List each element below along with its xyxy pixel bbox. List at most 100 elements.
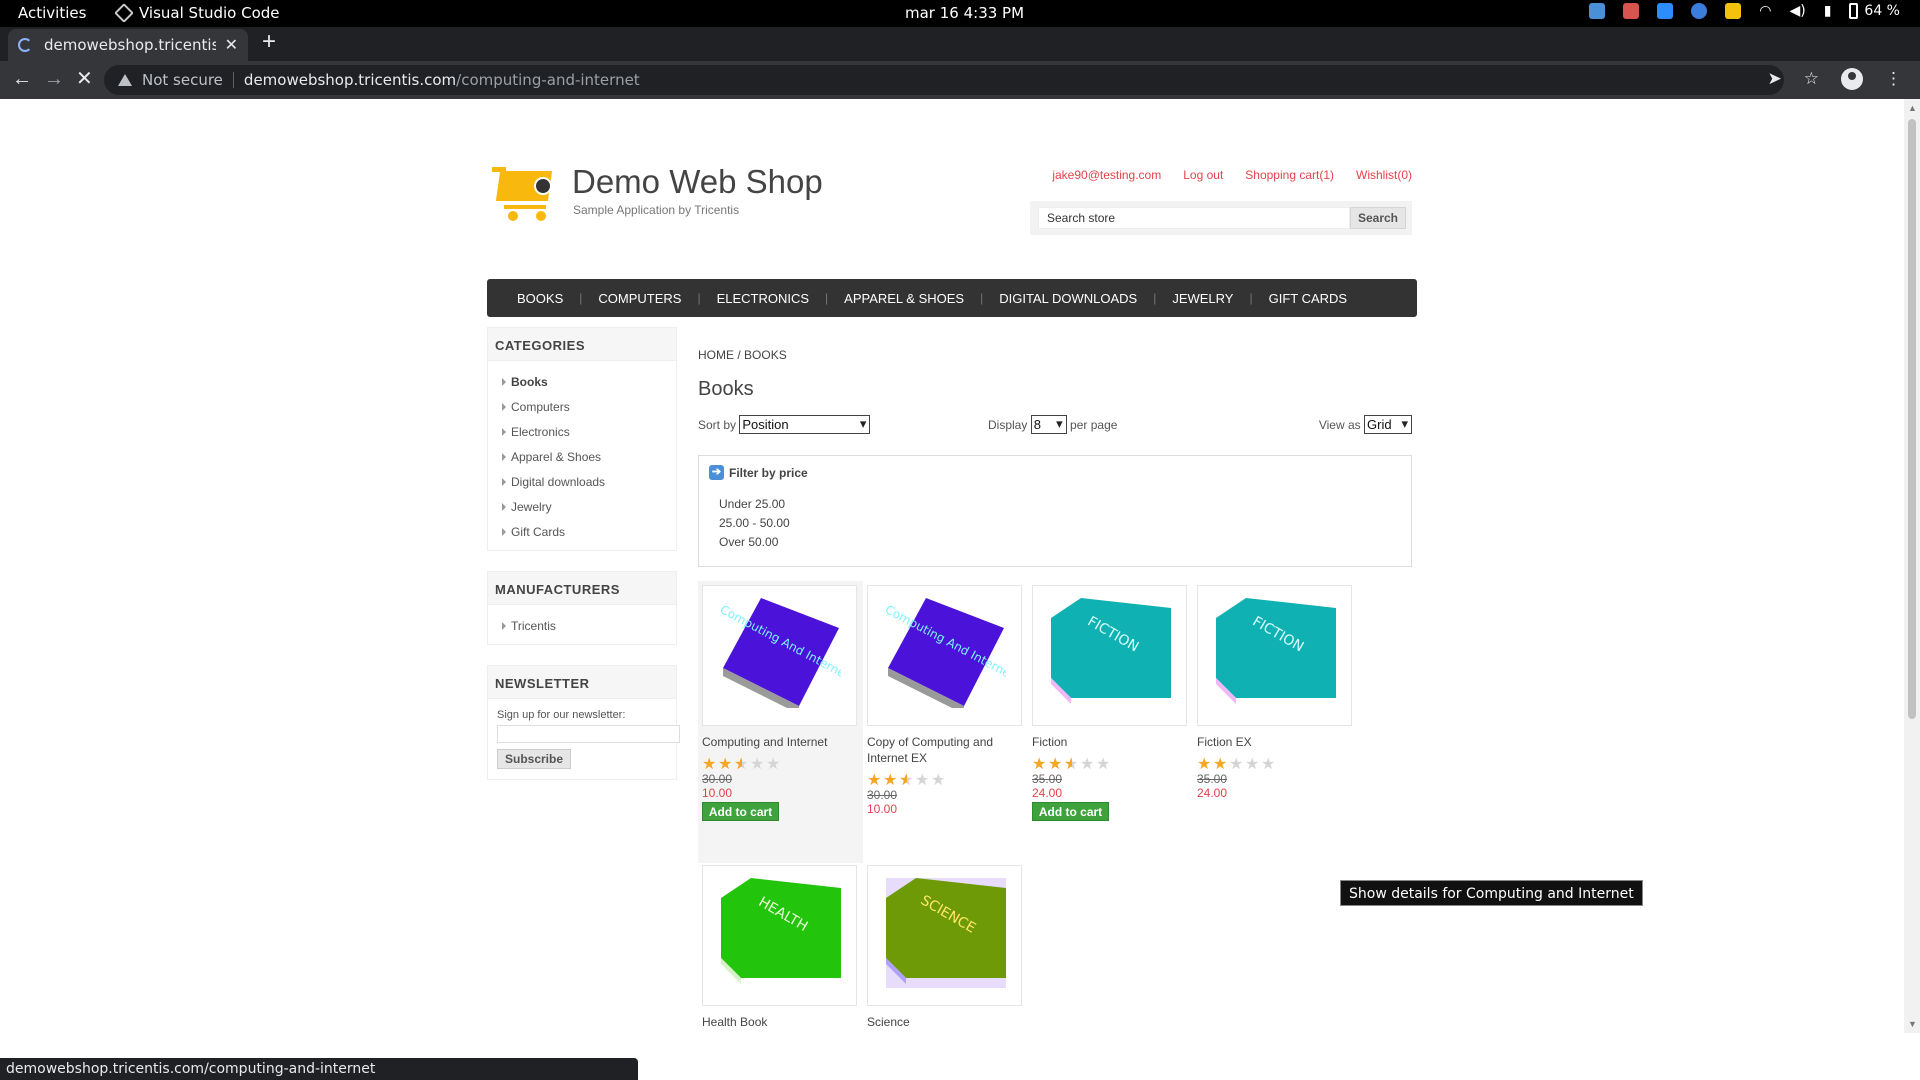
close-tab-icon[interactable]: ✕ <box>225 35 238 55</box>
send-icon[interactable]: ➤ <box>1768 69 1782 89</box>
battery-indicator[interactable]: 64 % <box>1849 3 1900 19</box>
view-mode-select[interactable]: Grid <box>1364 415 1412 434</box>
price-filter-25-50[interactable]: 25.00 - 50.00 <box>719 514 790 533</box>
newsletter-label: Sign up for our newsletter: <box>497 709 626 721</box>
product-rating: ★ ★ ★ ★ ★ <box>1032 756 1111 773</box>
logout-link[interactable]: Log out <box>1183 168 1223 182</box>
rating-star-icon: ★ <box>867 772 882 789</box>
activities-button[interactable]: Activities <box>18 4 86 22</box>
notes-icon[interactable] <box>1725 3 1742 19</box>
zoom-icon[interactable] <box>1657 3 1674 19</box>
category-item-apparel-shoes[interactable]: Apparel & Shoes <box>502 444 676 469</box>
book-cover-svg: SCIENCE <box>886 878 1006 988</box>
product-picture[interactable]: SCIENCE <box>867 865 1022 1006</box>
product-title[interactable]: Science <box>867 1014 1027 1030</box>
per-page-label: per page <box>1070 418 1118 432</box>
bullet-arrow-icon <box>502 621 506 630</box>
product-title[interactable]: Computing and Internet <box>702 734 862 750</box>
category-item-jewelry[interactable]: Jewelry <box>502 494 676 519</box>
scrollbar-thumb[interactable] <box>1908 119 1916 719</box>
browser-tab[interactable]: demowebshop.tricentis.com ✕ <box>8 29 248 61</box>
menu-computers[interactable]: COMPUTERS <box>582 291 697 306</box>
newsletter-email-field[interactable] <box>497 725 680 743</box>
product-picture[interactable]: Computing And Internet <box>867 585 1022 726</box>
product-item: SCIENCE Science <box>863 861 1028 1033</box>
active-app-indicator[interactable]: Visual Studio Code <box>114 3 280 23</box>
product-title[interactable]: Fiction EX <box>1197 734 1357 750</box>
logo-cart-icon[interactable] <box>492 165 558 223</box>
category-item-books[interactable]: Books <box>502 369 676 394</box>
product-title[interactable]: Health Book <box>702 1014 862 1030</box>
product-picture[interactable]: FICTION <box>1032 585 1187 726</box>
subscribe-button[interactable]: Subscribe <box>497 749 571 769</box>
page-size-select[interactable]: 8 <box>1030 415 1067 434</box>
scroll-down-icon[interactable]: ▼ <box>1908 1019 1917 1029</box>
bookmark-star-icon[interactable]: ☆ <box>1804 69 1819 89</box>
new-tab-button[interactable]: + <box>262 30 276 54</box>
product-title[interactable]: Fiction <box>1032 734 1192 750</box>
stop-loading-button[interactable]: ✕ <box>76 67 93 91</box>
update-icon[interactable] <box>1691 3 1708 19</box>
rating-star-icon: ★ <box>1245 756 1260 773</box>
menu-dots-icon[interactable]: ⋮ <box>1885 69 1902 89</box>
menu-digital-downloads[interactable]: DIGITAL DOWNLOADS <box>983 291 1153 306</box>
product-picture[interactable]: Computing And Internet <box>702 585 857 726</box>
sort-select[interactable]: Position <box>739 415 871 434</box>
search-input[interactable]: Search store <box>1038 207 1350 229</box>
categories-list: Books Computers Electronics Apparel & Sh… <box>488 361 676 550</box>
rating-star-icon: ★ <box>734 757 749 773</box>
video-icon[interactable] <box>1623 3 1640 19</box>
menu-books[interactable]: BOOKS <box>501 291 579 306</box>
categories-title: CATEGORIES <box>488 328 676 361</box>
product-picture[interactable]: HEALTH <box>702 865 857 1006</box>
manufacturer-item-tricentis[interactable]: Tricentis <box>502 613 676 638</box>
book-cover-image: SCIENCE <box>886 878 1006 988</box>
add-to-cart-button[interactable]: Add to cart <box>1032 802 1109 821</box>
warning-icon <box>118 74 132 86</box>
search-button[interactable]: Search <box>1350 207 1406 229</box>
breadcrumb-home[interactable]: HOME <box>698 348 734 362</box>
menu-jewelry[interactable]: JEWELRY <box>1156 291 1249 306</box>
book-cover-svg: Computing And Internet <box>718 598 852 714</box>
page-master: Demo Web Shop Sample Application by Tric… <box>472 129 1432 1033</box>
account-link[interactable]: jake90@testing.com <box>1052 168 1161 182</box>
price-filter-over-50[interactable]: Over 50.00 <box>719 533 790 552</box>
rating-star-icon: ★ <box>883 772 898 789</box>
menu-apparel-shoes[interactable]: APPAREL & SHOES <box>828 291 980 306</box>
book-cover-svg: Computing And Internet <box>883 598 1017 714</box>
slack-icon[interactable] <box>1589 3 1606 19</box>
add-to-cart-button[interactable]: Add to cart <box>702 802 779 821</box>
shopping-cart-link[interactable]: Shopping cart(1) <box>1245 168 1334 182</box>
address-bar[interactable]: Not secure demowebshop.tricentis.com/com… <box>104 65 1784 95</box>
category-item-computers[interactable]: Computers <box>502 394 676 419</box>
volume-icon[interactable]: ◀) <box>1789 3 1805 19</box>
system-tray[interactable]: ◠ ◀) ▮ 64 % <box>1589 3 1900 19</box>
back-button[interactable]: ← <box>12 67 32 91</box>
product-title[interactable]: Copy of Computing and Internet EX <box>867 734 1027 766</box>
not-secure-label: Not secure <box>142 71 223 89</box>
scroll-up-icon[interactable]: ▲ <box>1908 103 1917 113</box>
book-top <box>1216 598 1336 698</box>
wifi-icon[interactable]: ◠ <box>1759 3 1771 19</box>
product-picture[interactable]: FICTION <box>1197 585 1352 726</box>
rating-star-icon: ★ <box>1080 756 1095 773</box>
rating-star-icon: ★ <box>1197 756 1212 773</box>
category-item-digital-downloads[interactable]: Digital downloads <box>502 469 676 494</box>
menu-gift-cards[interactable]: GIFT CARDS <box>1253 291 1364 306</box>
manufacturers-block: MANUFACTURERS Tricentis <box>487 571 677 645</box>
wishlist-link[interactable]: Wishlist(0) <box>1356 168 1412 182</box>
category-item-gift-cards[interactable]: Gift Cards <box>502 519 676 544</box>
logo-title[interactable]: Demo Web Shop <box>572 163 823 201</box>
microphone-icon[interactable]: ▮ <box>1824 3 1832 19</box>
profile-avatar-icon[interactable] <box>1841 68 1863 90</box>
price-filter-under-25[interactable]: Under 25.00 <box>719 495 790 514</box>
rating-star-icon: ★ <box>899 773 914 789</box>
tab-title: demowebshop.tricentis.com <box>44 36 216 54</box>
menu-electronics[interactable]: ELECTRONICS <box>701 291 825 306</box>
forward-button[interactable]: → <box>44 67 64 91</box>
clock[interactable]: mar 16 4:33 PM <box>905 4 1024 22</box>
product-item: HEALTH Health Book <box>698 861 863 1033</box>
category-item-electronics[interactable]: Electronics <box>502 419 676 444</box>
book-cover-image: HEALTH <box>721 878 841 988</box>
page-scrollbar[interactable]: ▲ ▼ <box>1904 99 1920 1033</box>
